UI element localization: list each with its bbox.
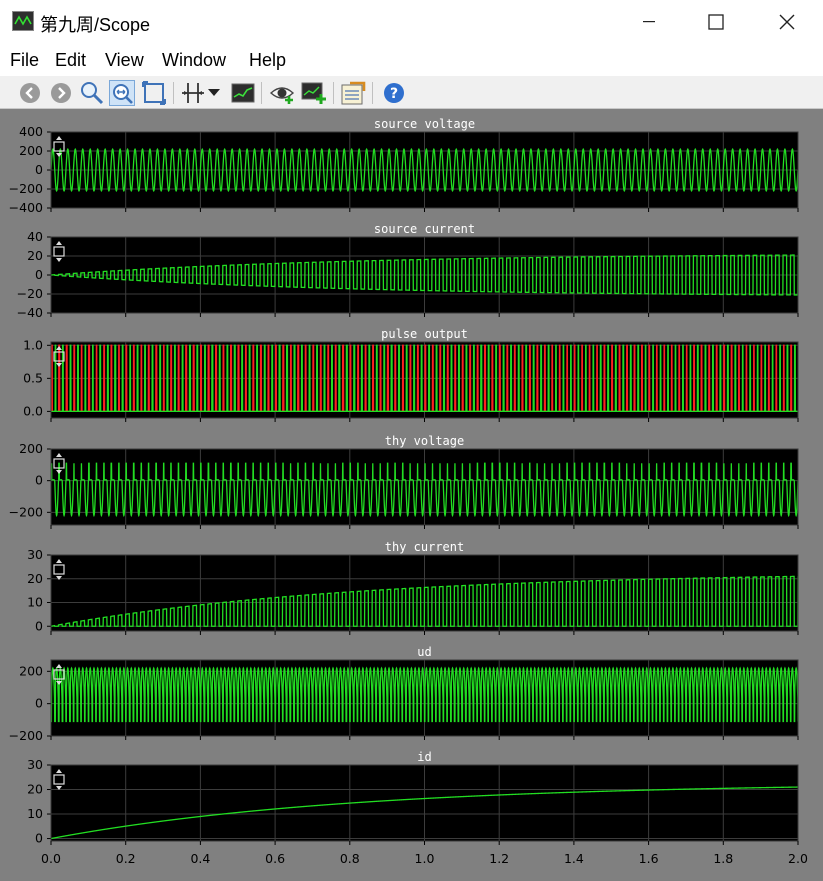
back-icon[interactable] xyxy=(17,80,43,106)
y-tick-label: −200 xyxy=(9,181,43,196)
y-tick-label: −200 xyxy=(9,504,43,519)
subplot-thy-voltage: thy voltage 200 0 −200 xyxy=(9,434,799,529)
signal-select-icon[interactable] xyxy=(270,80,296,106)
subplot-title: id xyxy=(417,750,431,764)
subplot-pulse-output: pulse output 1.0 0.5 0.0 xyxy=(23,327,799,422)
dropdown-arrow-icon[interactable] xyxy=(206,80,222,106)
y-tick-label: 0 xyxy=(35,473,43,488)
y-tick-label: 0 xyxy=(35,696,43,711)
y-tick-label: 20 xyxy=(27,248,43,263)
data-history-icon[interactable] xyxy=(340,80,366,106)
y-tick-label: 0.5 xyxy=(23,370,43,385)
y-tick-label: −400 xyxy=(9,200,43,215)
y-tick-label: 0 xyxy=(35,267,43,282)
x-tick-label: 2.0 xyxy=(788,851,808,866)
x-tick-label: 1.0 xyxy=(415,851,435,866)
y-tick-label: 30 xyxy=(27,757,43,772)
add-signal-icon[interactable] xyxy=(301,80,327,106)
y-tick-label: 200 xyxy=(19,441,43,456)
cursor-measure-icon[interactable] xyxy=(180,80,206,106)
y-tick-label: 20 xyxy=(27,782,43,797)
y-tick-label: 0 xyxy=(35,831,43,846)
plot-area: source voltage 400 200 0 −200 −400 source curr… xyxy=(0,109,823,881)
maximize-button[interactable] xyxy=(693,0,739,44)
trace-0 xyxy=(50,344,798,413)
x-tick-label: 0.0 xyxy=(41,851,61,866)
subplot-id: id 30 20 10 0 0.0 0.2 0.4 0.6 0.8 1.0 1.2 1.4 1.6 1.8 2… xyxy=(27,750,808,866)
y-tick-label: 10 xyxy=(27,806,43,821)
y-tick-label: 0.0 xyxy=(23,403,43,418)
close-button[interactable] xyxy=(764,0,810,44)
x-tick-label: 0.2 xyxy=(116,851,136,866)
subplot-title: pulse output xyxy=(381,327,468,341)
toolbar: ? xyxy=(0,76,823,109)
x-tick-label: 1.2 xyxy=(489,851,509,866)
menu-file[interactable]: File xyxy=(10,50,39,71)
svg-text:?: ? xyxy=(390,86,398,102)
y-tick-label: −20 xyxy=(17,286,43,301)
menu-help[interactable]: Help xyxy=(249,50,286,71)
scope-figure: source voltage4002000−200−400source curr… xyxy=(9,117,808,866)
y-tick-label: 200 xyxy=(19,143,43,158)
y-tick-label: 40 xyxy=(27,229,43,244)
subplot-title: source voltage xyxy=(374,117,475,131)
subplot-title: source current xyxy=(374,222,475,236)
y-tick-label: 20 xyxy=(27,571,43,586)
y-tick-label: 10 xyxy=(27,595,43,610)
subplot-title: thy voltage xyxy=(385,434,464,448)
window-title: 第九周/Scope xyxy=(40,15,151,35)
subplot-source-current: source current 40 20 0 −20 −40 xyxy=(17,222,799,320)
y-tick-label: 0 xyxy=(35,618,43,633)
scope-params-icon[interactable] xyxy=(230,80,256,106)
title-bar: 第九周/Scope xyxy=(0,0,823,44)
zoom-x-icon[interactable] xyxy=(109,80,135,106)
x-tick-label: 0.6 xyxy=(265,851,285,866)
menu-window[interactable]: Window xyxy=(162,50,226,71)
subplot-ud: ud 200 0 −200 xyxy=(9,645,799,743)
x-tick-label: 0.8 xyxy=(340,851,360,866)
x-tick-label: 0.4 xyxy=(190,851,210,866)
menu-view[interactable]: View xyxy=(105,50,144,71)
x-tick-label: 1.6 xyxy=(639,851,659,866)
minimize-button[interactable] xyxy=(626,0,672,44)
y-tick-label: 200 xyxy=(19,663,43,678)
y-tick-label: −40 xyxy=(17,305,43,320)
zoom-icon[interactable] xyxy=(79,80,105,106)
subplot-title: ud xyxy=(417,645,431,659)
y-tick-label: 0 xyxy=(35,162,43,177)
y-tick-label: −200 xyxy=(9,728,43,743)
subplot-source-voltage: source voltage 400 200 0 −200 −400 xyxy=(9,117,799,215)
y-tick-label: 30 xyxy=(27,547,43,562)
y-tick-label: 1.0 xyxy=(23,337,43,352)
x-tick-label: 1.4 xyxy=(564,851,584,866)
forward-icon[interactable] xyxy=(48,80,74,106)
zoom-xy-icon[interactable] xyxy=(141,80,167,106)
subplot-thy-current: thy current 30 20 10 0 xyxy=(27,540,799,635)
x-tick-label: 1.8 xyxy=(713,851,733,866)
menu-edit[interactable]: Edit xyxy=(55,50,86,71)
menu-bar: File Edit View Window Help xyxy=(0,44,823,76)
scope-app-icon xyxy=(12,11,34,31)
y-tick-label: 400 xyxy=(19,124,43,139)
help-icon[interactable]: ? xyxy=(381,80,407,106)
subplot-title: thy current xyxy=(385,540,464,554)
